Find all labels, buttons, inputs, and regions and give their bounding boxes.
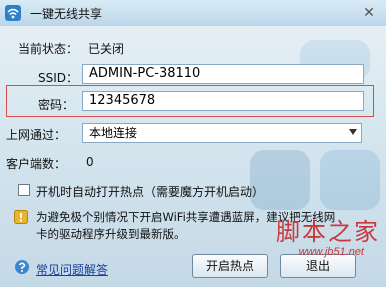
clients-label: 客户端数： (6, 157, 67, 171)
hotspot-window: 一键无线共享 ✕ 当前状态： 已关闭 SSID： ADMIN-PC-38110 … (0, 0, 386, 287)
ssid-input[interactable]: ADMIN-PC-38110 (82, 64, 364, 84)
watermark-logo: 脚本之家 (276, 218, 380, 246)
faq-link[interactable]: 常见问题解答 (36, 261, 108, 278)
watermark-url: www.jb51.net (298, 246, 364, 258)
start-hotspot-button[interactable]: 开启热点 (192, 254, 268, 278)
help-icon (15, 260, 29, 274)
network-select[interactable]: 本地连接 (82, 123, 362, 143)
info-icon (14, 210, 28, 224)
autostart-checkbox[interactable] (18, 184, 30, 196)
status-value: 已关闭 (88, 42, 125, 56)
background-decoration (320, 150, 380, 210)
title-bar: 一键无线共享 ✕ (0, 0, 386, 26)
password-input[interactable]: 12345678 (82, 91, 364, 111)
status-label: 当前状态： (18, 42, 79, 56)
clients-value: 0 (86, 155, 94, 169)
wifi-app-icon (5, 5, 21, 21)
ssid-label: SSID： (38, 71, 79, 85)
password-label: 密码： (38, 98, 75, 112)
network-label: 上网通过： (6, 128, 67, 142)
window-title: 一键无线共享 (30, 7, 103, 21)
chevron-down-icon (349, 129, 357, 135)
background-decoration (250, 150, 310, 210)
network-selected-value: 本地连接 (89, 126, 138, 140)
close-button[interactable]: ✕ (360, 4, 378, 22)
autostart-label[interactable]: 开机时自动打开热点（需要魔方开机启动） (36, 183, 264, 200)
